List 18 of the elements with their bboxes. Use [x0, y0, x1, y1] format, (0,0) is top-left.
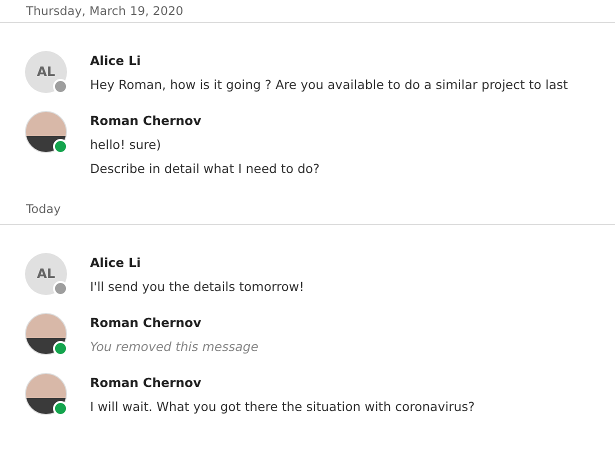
message-text: Hey Roman, how is it going ? Are you available to do a similar project to last — [90, 77, 568, 92]
message-text: I will wait. What you got there the situation with coronavirus? — [90, 399, 475, 414]
photo-placeholder — [25, 313, 67, 355]
author-name: Alice Li — [90, 255, 142, 270]
photo-placeholder — [25, 373, 67, 415]
photo-placeholder — [25, 111, 67, 153]
author-name: Roman Chernov — [90, 315, 202, 330]
author-name: Roman Chernov — [90, 113, 202, 128]
date-divider-label: Thursday, March 19, 2020 — [26, 4, 184, 18]
message-text: hello! sure) — [90, 137, 162, 152]
removed-message-text: You removed this message — [90, 339, 258, 354]
message-text: I'll send you the details tomorrow! — [90, 279, 304, 294]
date-divider-label: Today — [26, 202, 61, 216]
message-text: Describe in detail what I need to do? — [90, 161, 320, 176]
avatar-initials: AL — [25, 51, 67, 93]
author-name: Roman Chernov — [90, 375, 202, 390]
avatar-initials: AL — [25, 253, 67, 295]
author-name: Alice Li — [90, 53, 142, 68]
